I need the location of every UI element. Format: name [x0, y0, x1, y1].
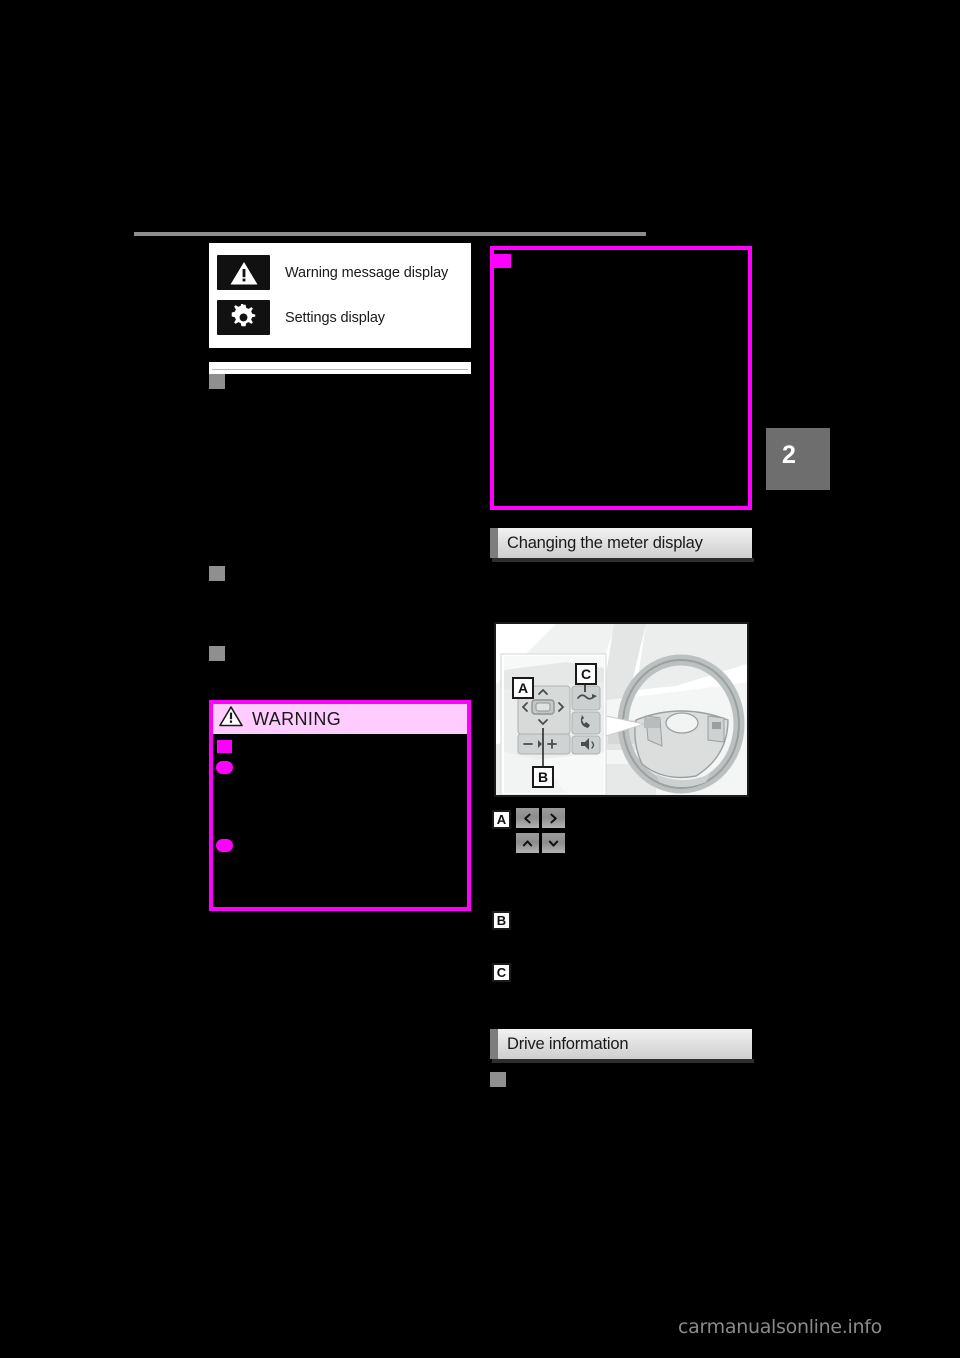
section-header-title: Drive information: [507, 1034, 629, 1053]
subsection-bullet: [209, 646, 225, 661]
note-marker: [494, 254, 511, 268]
warning-header: WARNING: [213, 704, 467, 734]
section-header-drive-information: Drive information: [490, 1029, 752, 1059]
warning-bullet: [216, 839, 233, 852]
steering-wheel-switches-illustration: A C B: [494, 622, 749, 797]
arrow-right-icon: [542, 808, 565, 828]
warning-subsection-marker: [217, 740, 232, 753]
section-separator: [209, 362, 471, 374]
svg-text:C: C: [581, 666, 591, 682]
subsection-bullet: [209, 374, 225, 389]
subsection-bullet: [490, 1072, 506, 1087]
section-header-shadow: [492, 558, 754, 562]
watermark: carmanualsonline.info: [678, 1316, 882, 1338]
icon-row-label: Warning message display: [285, 264, 449, 281]
manual-page: 2 Warning message display Settings displ…: [0, 0, 960, 1358]
arrow-up-icon: [516, 833, 539, 853]
redacted-heading-text: [226, 376, 460, 381]
section-header-title: Changing the meter display: [507, 533, 703, 552]
left-column: Warning message display Settings display: [209, 243, 471, 348]
warning-triangle-icon: [219, 706, 243, 732]
callout-chip-a: A: [492, 810, 511, 829]
section-header-shadow: [492, 1059, 754, 1063]
warning-title: WARNING: [252, 708, 342, 729]
separator-line: [212, 369, 468, 370]
table-row: Settings display: [209, 295, 471, 340]
svg-text:A: A: [518, 680, 528, 696]
note-box: [490, 246, 752, 510]
callout-chip-c: C: [492, 963, 511, 982]
warning-bullet: [216, 761, 233, 774]
warning-body: [213, 734, 467, 907]
chapter-number: 2: [782, 441, 796, 469]
gear-icon: [217, 300, 270, 335]
arrow-down-icon: [542, 833, 565, 853]
icon-row-label: Settings display: [285, 309, 385, 326]
svg-text:B: B: [538, 769, 548, 785]
page-top-rule: [134, 232, 646, 236]
table-row: Warning message display: [209, 250, 471, 295]
warning-triangle-icon: [217, 255, 270, 290]
subsection-bullet: [209, 566, 225, 581]
icon-legend-table: Warning message display Settings display: [209, 243, 471, 348]
section-header-changing-meter-display: Changing the meter display: [490, 528, 752, 558]
chapter-tab: 2: [766, 428, 830, 490]
callout-chip-b: B: [492, 911, 511, 930]
arrow-left-icon: [516, 808, 539, 828]
warning-box: WARNING: [209, 700, 471, 911]
